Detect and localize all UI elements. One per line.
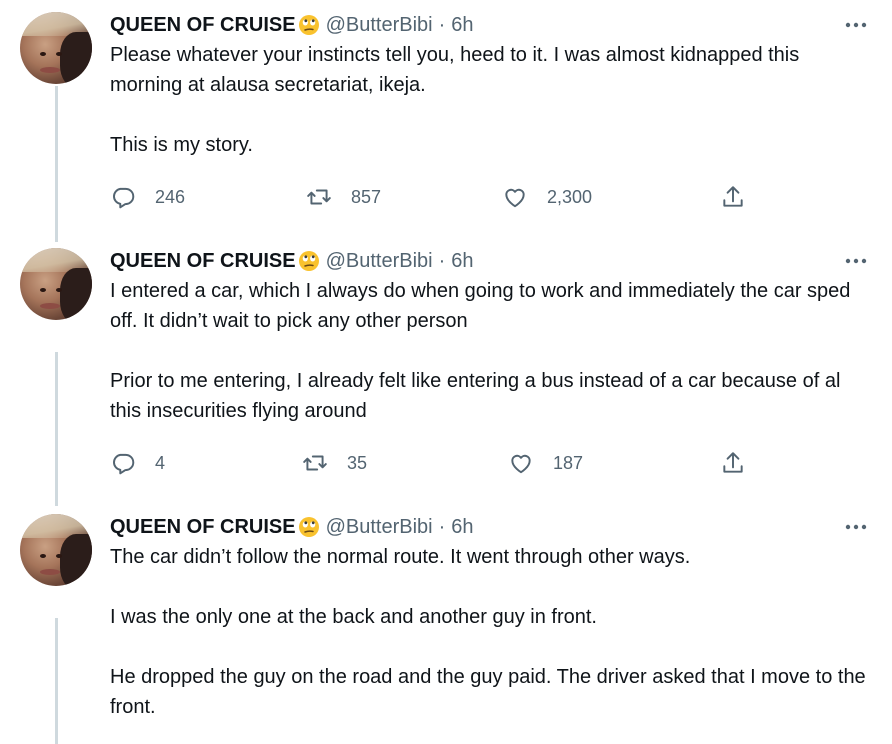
heart-icon (505, 188, 525, 208)
avatar[interactable] (20, 12, 92, 84)
tweet[interactable]: QUEEN OF CRUISE @ButterBibi · 6h Please … (0, 12, 892, 242)
tweet-text: The car didn’t follow the normal route. … (110, 542, 868, 722)
tweet-time[interactable]: 6h (451, 12, 473, 38)
reply-icon (113, 187, 135, 209)
share-icon (723, 452, 743, 473)
reply-icon (113, 453, 135, 475)
tweet-header: QUEEN OF CRUISE @ButterBibi · 6h (110, 248, 868, 274)
tweet-paragraph: The car didn’t follow the normal route. … (110, 546, 691, 568)
like-button[interactable]: 2,300 (502, 182, 592, 212)
reply-button[interactable]: 4 (110, 448, 165, 478)
tweet-time[interactable]: 6h (451, 514, 473, 540)
tweet-paragraph: I entered a car, which I always do when … (110, 280, 851, 332)
tweet-header: QUEEN OF CRUISE @ButterBibi · 6h (110, 514, 868, 540)
share-icon (723, 186, 743, 207)
reply-button[interactable]: 246 (110, 182, 185, 212)
tweet-paragraph: Please whatever your instincts tell you,… (110, 44, 800, 96)
like-count: 2,300 (547, 186, 593, 207)
tweet-time[interactable]: 6h (451, 248, 473, 274)
separator-dot: · (438, 14, 446, 36)
tweet-text: I entered a car, which I always do when … (110, 276, 868, 426)
tweet-actions: 246 857 2,300 (110, 182, 750, 212)
user-handle[interactable]: @ButterBibi (326, 248, 433, 274)
retweet-count: 35 (347, 452, 368, 473)
tweet-paragraph: He dropped the guy on the road and the g… (110, 666, 866, 718)
separator-dot: · (438, 516, 446, 538)
tweet-paragraph: This is my story. (110, 134, 253, 156)
tweet[interactable]: QUEEN OF CRUISE @ButterBibi · 6h I enter… (0, 248, 892, 498)
display-name[interactable]: QUEEN OF CRUISE (110, 12, 296, 38)
more-icon[interactable] (844, 514, 868, 540)
display-name[interactable]: QUEEN OF CRUISE (110, 514, 296, 540)
face-with-rolling-eyes-emoji (298, 251, 319, 271)
reply-count: 246 (155, 186, 186, 207)
tweet-text: Please whatever your instincts tell you,… (110, 40, 868, 160)
more-icon[interactable] (844, 248, 868, 274)
retweet-icon (307, 189, 331, 205)
avatar[interactable] (20, 248, 92, 320)
display-name[interactable]: QUEEN OF CRUISE (110, 248, 296, 274)
tweet-paragraph: Prior to me entering, I already felt lik… (110, 370, 841, 422)
face-with-rolling-eyes-emoji (298, 517, 319, 537)
retweet-count: 857 (351, 186, 382, 207)
avatar[interactable] (20, 514, 92, 586)
like-count: 187 (553, 452, 584, 473)
retweet-icon (303, 455, 327, 471)
tweet-header: QUEEN OF CRUISE @ButterBibi · 6h (110, 12, 868, 38)
share-button[interactable] (720, 182, 746, 212)
separator-dot: · (438, 250, 446, 272)
more-icon[interactable] (844, 12, 868, 38)
tweet[interactable]: QUEEN OF CRUISE @ButterBibi · 6h The car… (0, 514, 892, 744)
user-handle[interactable]: @ButterBibi (326, 12, 433, 38)
retweet-button[interactable]: 857 (306, 182, 381, 212)
tweet-thread: QUEEN OF CRUISE @ButterBibi · 6h Please … (0, 0, 892, 744)
heart-icon (511, 454, 531, 474)
retweet-button[interactable]: 35 (302, 448, 367, 478)
user-handle[interactable]: @ButterBibi (326, 514, 433, 540)
like-button[interactable]: 187 (508, 448, 583, 478)
tweet-actions: 4 35 187 (110, 448, 750, 478)
tweet-paragraph: I was the only one at the back and anoth… (110, 606, 597, 628)
face-with-rolling-eyes-emoji (298, 15, 319, 35)
share-button[interactable] (720, 448, 746, 478)
reply-count: 4 (155, 452, 166, 473)
